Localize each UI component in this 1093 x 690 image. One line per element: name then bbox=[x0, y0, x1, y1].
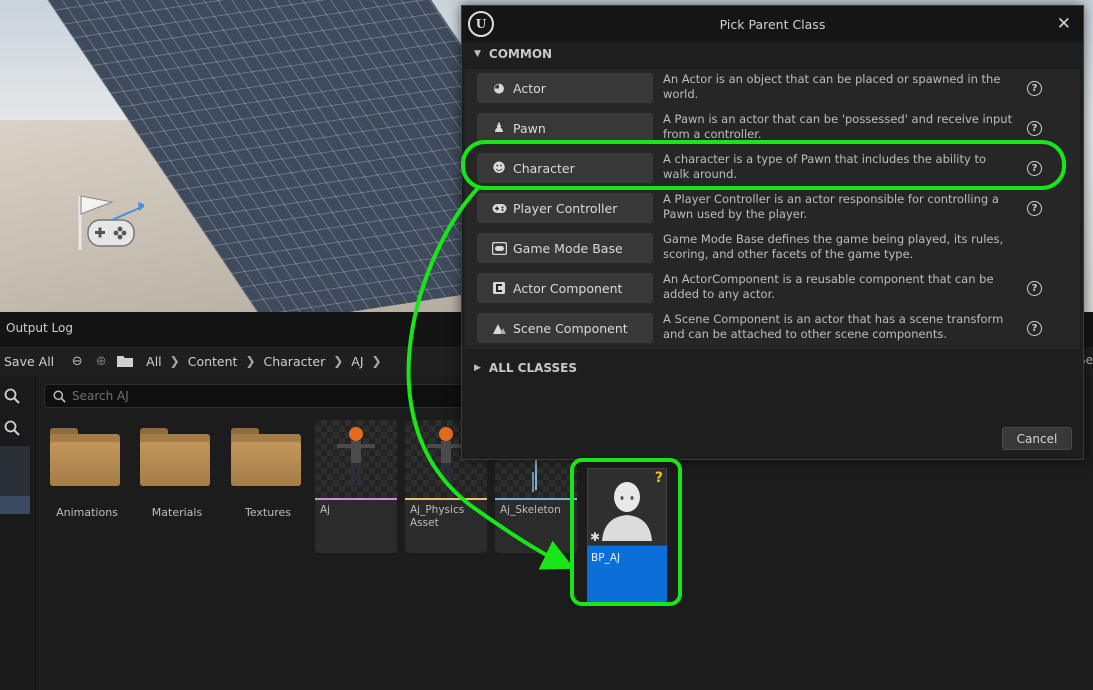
character-icon: ☻ bbox=[492, 160, 506, 176]
actor-icon: ◕ bbox=[493, 80, 505, 96]
help-icon[interactable]: ? bbox=[1027, 321, 1042, 336]
actor-component-button[interactable]: Actor Component bbox=[477, 273, 653, 303]
class-label: Pawn bbox=[513, 120, 546, 136]
class-label: Player Controller bbox=[513, 200, 618, 216]
class-row-actor: ◕ Actor An Actor is an object that can b… bbox=[465, 69, 1080, 109]
help-icon[interactable]: ? bbox=[1027, 201, 1042, 216]
common-class-list: ◕ Actor An Actor is an object that can b… bbox=[462, 69, 1083, 349]
sidebar-folder-row[interactable] bbox=[0, 446, 30, 496]
pick-parent-class-dialog: U Pick Parent Class ✕ ▼ COMMON ◕ Actor A… bbox=[461, 5, 1084, 460]
character-mesh-icon bbox=[337, 427, 375, 485]
sources-sidebar bbox=[0, 376, 36, 690]
actor-component-icon bbox=[491, 280, 507, 296]
actor-button[interactable]: ◕ Actor bbox=[477, 73, 653, 103]
dialog-title: Pick Parent Class bbox=[719, 17, 826, 32]
class-description: A Pawn is an actor that can be 'possesse… bbox=[663, 112, 1013, 141]
class-row-game-mode-base: Game Mode Base Game Mode Base defines th… bbox=[465, 229, 1080, 269]
asset-tile[interactable]: Aj bbox=[315, 420, 397, 553]
breadcrumb-content[interactable]: Content bbox=[188, 354, 238, 369]
game-mode-icon bbox=[491, 240, 507, 256]
breadcrumb-character[interactable]: Character bbox=[264, 354, 326, 369]
class-description: An Actor is an object that can be placed… bbox=[663, 72, 1001, 101]
search-icon bbox=[53, 389, 66, 403]
blueprint-asset-tile[interactable]: ? ✱ BP_AJ bbox=[587, 468, 667, 602]
asset-label: Aj bbox=[320, 504, 331, 516]
class-label: Game Mode Base bbox=[513, 240, 623, 256]
search-icon[interactable] bbox=[4, 388, 22, 406]
forward-icon[interactable]: ⊕ bbox=[92, 352, 110, 370]
search-input[interactable] bbox=[72, 389, 452, 403]
scene-component-icon bbox=[491, 320, 507, 336]
asset-search-box[interactable] bbox=[44, 384, 464, 408]
class-description: A Scene Component is an actor that has a… bbox=[663, 312, 1004, 341]
folder-tile[interactable]: Animations bbox=[46, 420, 128, 554]
folder-tile[interactable]: Textures bbox=[227, 420, 309, 554]
section-label: ALL CLASSES bbox=[488, 361, 578, 375]
class-row-character: ☻ Character A character is a type of Paw… bbox=[465, 149, 1080, 189]
asset-type-strip bbox=[405, 498, 487, 500]
asset-label: Aj_Skeleton bbox=[500, 504, 561, 516]
unsaved-badge: ? bbox=[654, 470, 663, 486]
chevron-down-icon: ▼ bbox=[474, 49, 481, 59]
class-label: Actor Component bbox=[513, 280, 623, 296]
character-button[interactable]: ☻ Character bbox=[477, 153, 653, 183]
class-description: A Player Controller is an actor responsi… bbox=[663, 192, 999, 221]
chevron-right-icon: ❯ bbox=[169, 354, 180, 368]
class-description: A character is a type of Pawn that inclu… bbox=[663, 152, 986, 181]
close-icon[interactable]: ✕ bbox=[1057, 14, 1071, 34]
search-icon[interactable] bbox=[4, 420, 22, 438]
gamepad-icon bbox=[491, 200, 507, 216]
section-common[interactable]: ▼ COMMON bbox=[474, 47, 552, 61]
folder-label: Textures bbox=[245, 506, 291, 519]
section-all-classes[interactable]: ▶ ALL CLASSES bbox=[474, 361, 577, 375]
tab-output-log[interactable]: Output Log bbox=[0, 312, 79, 346]
help-icon[interactable]: ? bbox=[1027, 81, 1042, 96]
asset-label: Aj_Physics Asset bbox=[410, 504, 465, 529]
player-start-icon[interactable] bbox=[72, 190, 144, 254]
folder-icon[interactable] bbox=[116, 354, 134, 368]
class-label: Character bbox=[513, 160, 575, 176]
folder-tile[interactable]: Materials bbox=[136, 420, 218, 554]
pawn-icon: ♟ bbox=[493, 120, 505, 136]
save-all-button[interactable]: Save All bbox=[4, 354, 54, 369]
asset-label: BP_AJ bbox=[591, 552, 621, 564]
scene-component-button[interactable]: Scene Component bbox=[477, 313, 653, 343]
class-row-actor-component: Actor Component An ActorComponent is a r… bbox=[465, 269, 1080, 309]
chevron-right-icon: ❯ bbox=[245, 354, 256, 368]
pawn-button[interactable]: ♟ Pawn bbox=[477, 113, 653, 143]
cancel-button[interactable]: Cancel bbox=[1002, 427, 1072, 450]
back-icon[interactable]: ⊖ bbox=[68, 352, 86, 370]
sidebar-folder-selected[interactable] bbox=[0, 496, 30, 514]
asset-type-strip bbox=[315, 498, 397, 500]
help-icon[interactable]: ? bbox=[1027, 281, 1042, 296]
class-label: Actor bbox=[513, 80, 546, 96]
breadcrumb-aj[interactable]: AJ bbox=[351, 354, 363, 369]
player-controller-button[interactable]: Player Controller bbox=[477, 193, 653, 223]
class-description: An ActorComponent is a reusable componen… bbox=[663, 272, 994, 301]
editor-window: Output Log Save All ⊖ ⊕ All ❯ Content ❯ … bbox=[0, 0, 1093, 690]
folder-label: Animations bbox=[56, 506, 118, 519]
dialog-title-bar[interactable]: U Pick Parent Class ✕ bbox=[462, 6, 1083, 42]
help-icon[interactable]: ? bbox=[1027, 121, 1042, 136]
help-icon[interactable]: ? bbox=[1027, 161, 1042, 176]
class-row-scene-component: Scene Component A Scene Component is an … bbox=[465, 309, 1080, 349]
game-mode-base-button[interactable]: Game Mode Base bbox=[477, 233, 653, 263]
asset-thumbnail bbox=[315, 420, 397, 498]
class-row-pawn: ♟ Pawn A Pawn is an actor that can be 'p… bbox=[465, 109, 1080, 149]
chevron-right-icon: ▶ bbox=[474, 363, 481, 373]
class-label: Scene Component bbox=[513, 320, 628, 336]
breadcrumb-all[interactable]: All bbox=[146, 354, 162, 369]
chevron-right-icon: ❯ bbox=[371, 354, 382, 368]
modified-star-icon: ✱ bbox=[590, 530, 601, 544]
asset-type-strip bbox=[495, 498, 577, 500]
folder-label: Materials bbox=[151, 506, 203, 519]
chevron-right-icon: ❯ bbox=[333, 354, 344, 368]
class-description: Game Mode Base defines the game being pl… bbox=[663, 232, 1004, 261]
section-label: COMMON bbox=[488, 47, 553, 61]
class-row-player-controller: Player Controller A Player Controller is… bbox=[465, 189, 1080, 229]
